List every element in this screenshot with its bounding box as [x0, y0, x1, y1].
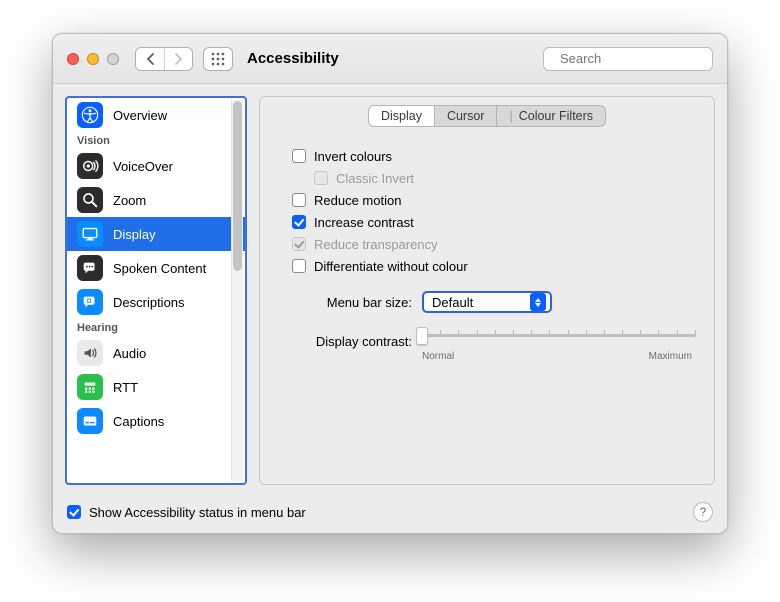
tab-cursor[interactable]: Cursor: [435, 106, 498, 126]
invert-colours-checkbox[interactable]: [292, 149, 306, 163]
window-controls: [67, 53, 119, 65]
scrollbar[interactable]: [231, 100, 243, 481]
audio-icon: [77, 340, 103, 366]
close-window-button[interactable]: [67, 53, 79, 65]
classic-invert-checkbox: [314, 171, 328, 185]
footer: Show Accessibility status in menu bar ?: [53, 493, 727, 533]
back-button[interactable]: [136, 48, 164, 70]
sidebar-item-spoken[interactable]: Spoken Content: [67, 251, 245, 285]
sidebar-item-audio[interactable]: Audio: [67, 336, 245, 370]
sidebar-item-label: Captions: [113, 414, 164, 429]
reduce-transparency-checkbox: [292, 237, 306, 251]
menu-bar-size-row: Menu bar size: Default: [278, 291, 696, 313]
slider-knob[interactable]: [416, 327, 428, 345]
window-title: Accessibility: [247, 50, 339, 67]
scrollbar-thumb[interactable]: [233, 101, 242, 271]
sidebar-header-hearing: Hearing: [67, 319, 245, 336]
sidebar-item-label: Zoom: [113, 193, 146, 208]
sidebar-header-vision: Vision: [67, 132, 245, 149]
increase-contrast-label: Increase contrast: [314, 215, 414, 230]
settings-pane: DisplayCursor|Colour Filters Invert colo…: [259, 96, 715, 485]
increase-contrast-row: Increase contrast: [292, 211, 696, 233]
sidebar-item-voiceover[interactable]: VoiceOver: [67, 149, 245, 183]
reduce-transparency-label: Reduce transparency: [314, 237, 438, 252]
help-icon: ?: [700, 505, 707, 519]
accessibility-icon: [77, 102, 103, 128]
sidebar-item-overview[interactable]: Overview: [67, 98, 245, 132]
forward-button[interactable]: [164, 48, 192, 70]
tab-display[interactable]: Display: [369, 106, 435, 126]
spoken-content-icon: [77, 255, 103, 281]
select-stepper-icon: [530, 293, 546, 311]
sidebar-item-label: Display: [113, 227, 156, 242]
classic-invert-label: Classic Invert: [336, 171, 414, 186]
reduce-motion-label: Reduce motion: [314, 193, 401, 208]
reduce-transparency-row: Reduce transparency: [292, 233, 696, 255]
sidebar-item-label: Overview: [113, 108, 167, 123]
content-area: Overview Vision VoiceOver Zoom Display Spoken…: [53, 84, 727, 493]
captions-icon: [77, 408, 103, 434]
tab-filters[interactable]: |Colour Filters: [497, 106, 605, 126]
show-all-button[interactable]: [203, 47, 233, 71]
differentiate-colour-row: Differentiate without colour: [292, 255, 696, 277]
display-icon: [77, 221, 103, 247]
sidebar-item-display[interactable]: Display: [67, 217, 245, 251]
display-contrast-label: Display contrast:: [292, 334, 412, 349]
sidebar-item-label: Spoken Content: [113, 261, 206, 276]
rtt-icon: [77, 374, 103, 400]
differentiate-colour-checkbox[interactable]: [292, 259, 306, 273]
classic-invert-row: Classic Invert: [292, 167, 696, 189]
voiceover-icon: [77, 153, 103, 179]
minimize-window-button[interactable]: [87, 53, 99, 65]
descriptions-icon: D: [77, 289, 103, 315]
chevron-right-icon: [174, 53, 183, 65]
sidebar-item-label: VoiceOver: [113, 159, 173, 174]
search-input[interactable]: [558, 50, 728, 67]
sidebar-item-descriptions[interactable]: D Descriptions: [67, 285, 245, 319]
menu-bar-size-select[interactable]: Default: [422, 291, 552, 313]
menu-bar-size-value: Default: [432, 295, 473, 310]
status-in-menubar-row: Show Accessibility status in menu bar: [67, 501, 306, 523]
invert-colours-label: Invert colours: [314, 149, 392, 164]
display-options: Invert colours Classic Invert Reduce mot…: [278, 141, 696, 277]
chevron-left-icon: [146, 53, 155, 65]
status-in-menubar-label: Show Accessibility status in menu bar: [89, 505, 306, 520]
sidebar-item-label: RTT: [113, 380, 138, 395]
zoom-window-button[interactable]: [107, 53, 119, 65]
display-contrast-row: Display contrast:: [278, 327, 696, 355]
menu-bar-size-label: Menu bar size:: [292, 295, 412, 310]
category-sidebar: Overview Vision VoiceOver Zoom Display Spoken…: [65, 96, 247, 485]
invert-colours-row: Invert colours: [292, 145, 696, 167]
sidebar-item-captions[interactable]: Captions: [67, 404, 245, 438]
toolbar: Accessibility: [53, 34, 727, 84]
zoom-icon: [77, 187, 103, 213]
differentiate-colour-label: Differentiate without colour: [314, 259, 468, 274]
search-field[interactable]: [543, 47, 713, 71]
svg-text:D: D: [87, 298, 92, 305]
reduce-motion-checkbox[interactable]: [292, 193, 306, 207]
pane-tabs: DisplayCursor|Colour Filters: [368, 105, 606, 127]
sidebar-item-rtt[interactable]: RTT: [67, 370, 245, 404]
grid-icon: [211, 52, 225, 66]
sidebar-item-zoom[interactable]: Zoom: [67, 183, 245, 217]
preferences-window: Accessibility Overview Vision VoiceOver Zoo…: [52, 33, 728, 534]
increase-contrast-checkbox[interactable]: [292, 215, 306, 229]
display-contrast-slider[interactable]: [422, 327, 696, 355]
reduce-motion-row: Reduce motion: [292, 189, 696, 211]
nav-back-forward: [135, 47, 193, 71]
sidebar-item-label: Descriptions: [113, 295, 185, 310]
help-button[interactable]: ?: [693, 502, 713, 522]
status-in-menubar-checkbox[interactable]: [67, 505, 81, 519]
sidebar-item-label: Audio: [113, 346, 146, 361]
